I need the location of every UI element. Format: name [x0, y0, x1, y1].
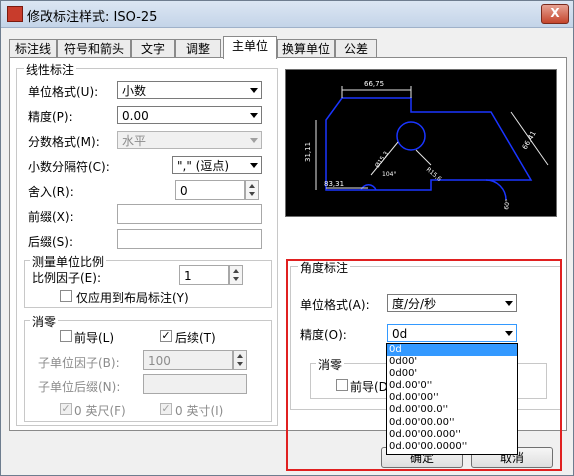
fraction-format-value: 水平: [122, 134, 147, 148]
window-title: 修改标注样式: ISO-25: [27, 10, 158, 25]
tab-fit[interactable]: 调整: [175, 39, 221, 58]
arrow-down-icon: [233, 277, 239, 281]
round-off-label: 舍入(R):: [28, 185, 74, 199]
arrow-down-icon: [237, 362, 243, 366]
angular-leading-checkbox[interactable]: [336, 379, 348, 391]
precision-option[interactable]: 0d: [387, 344, 517, 357]
precision-select[interactable]: 0.00: [117, 106, 262, 124]
angular-precision-label: 精度(O):: [300, 328, 347, 342]
arrow-down-icon: [249, 192, 255, 196]
title-bar: 修改标注样式: ISO-25 X: [1, 1, 573, 28]
precision-option[interactable]: 0d.00'00.000'': [387, 429, 517, 441]
precision-option[interactable]: 0d00': [387, 356, 517, 368]
prefix-label: 前缀(X):: [28, 210, 74, 224]
suffix-input[interactable]: [117, 229, 262, 249]
inches-label: 0 英寸(I): [175, 404, 224, 418]
unit-format-label: 单位格式(U):: [28, 85, 99, 99]
preview-dim-bottom-left: 83,31: [324, 180, 344, 188]
linear-group-label: 线性标注: [24, 61, 77, 78]
arrow-up-icon: [233, 269, 239, 273]
precision-option[interactable]: 0d.00'00.0000'': [387, 441, 517, 453]
trailing-zero-checkbox[interactable]: ✓: [160, 330, 172, 342]
chevron-down-icon: [505, 301, 513, 306]
trailing-zero-label: 后续(T): [175, 331, 216, 345]
leading-zero-checkbox[interactable]: [60, 330, 72, 342]
precision-label: 精度(P):: [28, 110, 73, 124]
sub-unit-factor-input[interactable]: 100: [143, 350, 233, 370]
sub-unit-factor-spinner[interactable]: [233, 350, 247, 370]
precision-option[interactable]: 0d.00'00'': [387, 392, 517, 404]
close-button[interactable]: X: [541, 4, 569, 24]
scale-factor-input[interactable]: 1: [179, 265, 229, 285]
tab-symbols-arrows[interactable]: 符号和箭头: [57, 39, 131, 58]
preview-dim-arrow: 60°: [503, 199, 512, 211]
preview-dim-angle: 104°: [382, 171, 396, 178]
inches-checkbox[interactable]: ✓: [160, 403, 172, 415]
dialog-window: 修改标注样式: ISO-25 X 标注线 符号和箭头 文字 调整 主单位 换算单…: [0, 0, 574, 476]
unit-format-value: 小数: [122, 84, 147, 98]
feet-checkbox[interactable]: ✓: [60, 403, 72, 415]
sub-unit-suffix-label: 子单位后缀(N):: [38, 380, 121, 394]
precision-option[interactable]: 0d00': [387, 368, 517, 380]
scale-factor-spinner[interactable]: [229, 265, 243, 285]
angular-unit-format-select[interactable]: 度/分/秒: [387, 294, 517, 312]
angular-group-label: 角度标注: [298, 259, 351, 276]
preview-dim-diameter: Ø15,3: [374, 150, 390, 169]
chevron-down-icon: [250, 138, 258, 143]
zero-suppression-label: 消零: [30, 313, 59, 330]
prefix-input[interactable]: [117, 204, 262, 224]
sub-unit-suffix-input[interactable]: [143, 374, 247, 394]
angular-precision-select[interactable]: 0d: [387, 324, 517, 342]
round-off-input[interactable]: 0: [175, 180, 245, 200]
arrow-up-icon: [237, 354, 243, 358]
scale-factor-label: 比例因子(E):: [32, 271, 101, 285]
measurement-scale-label: 测量单位比例: [30, 253, 107, 270]
preview-drawing: 66,75 31,11 66,41 83,31 R15,6 Ø15,3 104°…: [304, 80, 549, 211]
chevron-down-icon: [505, 331, 513, 336]
angular-unit-format-value: 度/分/秒: [392, 297, 437, 311]
decimal-separator-value: "," (逗点): [177, 159, 230, 173]
suffix-label: 后缀(S):: [28, 235, 74, 249]
sub-unit-factor-label: 子单位因子(B):: [38, 356, 120, 370]
chevron-down-icon: [250, 88, 258, 93]
arrow-up-icon: [249, 184, 255, 188]
angular-unit-format-label: 单位格式(A):: [300, 298, 370, 312]
decimal-separator-label: 小数分隔符(C):: [28, 160, 110, 174]
precision-option[interactable]: 0d.00'00.00'': [387, 417, 517, 429]
tab-dimension-lines[interactable]: 标注线: [9, 39, 57, 58]
preview-dim-left: 31,11: [304, 142, 312, 162]
preview-dim-top: 66,75: [364, 80, 384, 88]
angular-precision-dropdown: 0d 0d00' 0d00' 0d.00'0'' 0d.00'00'' 0d.0…: [386, 343, 518, 455]
decimal-separator-select[interactable]: "," (逗点): [172, 156, 262, 174]
apply-layout-label: 仅应用到布局标注(Y): [76, 291, 189, 305]
precision-option[interactable]: 0d.00'00.0'': [387, 404, 517, 416]
angular-zero-label: 消零: [316, 356, 345, 373]
tab-tolerances[interactable]: 公差: [335, 39, 377, 58]
tab-alternate-units[interactable]: 换算单位: [277, 39, 335, 58]
tab-text[interactable]: 文字: [131, 39, 175, 58]
fraction-format-select[interactable]: 水平: [117, 131, 262, 149]
chevron-down-icon: [250, 163, 258, 168]
preview-pane: 66,75 31,11 66,41 83,31 R15,6 Ø15,3 104°…: [285, 69, 557, 217]
feet-label: 0 英尺(F): [74, 404, 126, 418]
preview-dim-right: 66,41: [521, 130, 538, 151]
precision-value: 0.00: [122, 109, 149, 123]
tab-primary-units[interactable]: 主单位: [223, 36, 277, 59]
unit-format-select[interactable]: 小数: [117, 81, 262, 99]
chevron-down-icon: [250, 113, 258, 118]
app-icon: [7, 6, 23, 22]
apply-layout-checkbox[interactable]: [60, 290, 72, 302]
fraction-format-label: 分数格式(M):: [28, 135, 100, 149]
angular-precision-value: 0d: [392, 327, 408, 341]
leading-zero-label: 前导(L): [74, 331, 115, 345]
round-off-spinner[interactable]: [245, 180, 259, 200]
precision-option[interactable]: 0d.00'0'': [387, 380, 517, 392]
